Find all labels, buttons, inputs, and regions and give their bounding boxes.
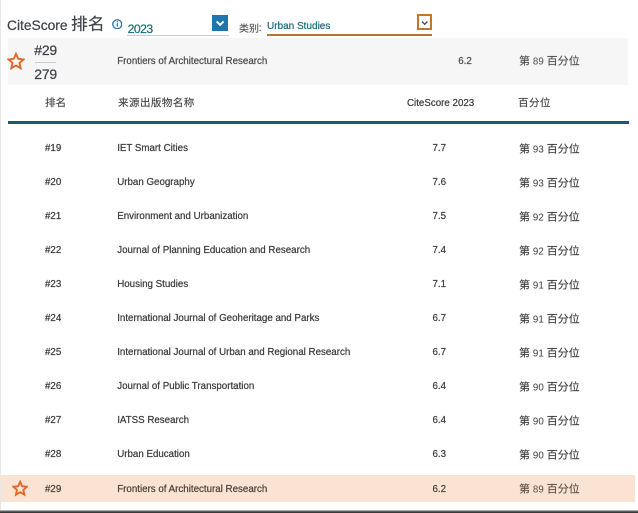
svg-text:90: 90 bbox=[533, 382, 544, 393]
svg-text:92: 92 bbox=[533, 212, 544, 223]
svg-text:93: 93 bbox=[533, 144, 544, 155]
svg-text:90: 90 bbox=[533, 416, 544, 427]
svg-text:93: 93 bbox=[533, 178, 544, 189]
svg-text:91: 91 bbox=[533, 280, 544, 291]
svg-text:90: 90 bbox=[533, 450, 544, 461]
svg-text:89: 89 bbox=[533, 485, 544, 496]
svg-text:91: 91 bbox=[533, 314, 544, 325]
svg-text:91: 91 bbox=[533, 348, 544, 359]
svg-text:89: 89 bbox=[533, 56, 544, 67]
svg-text:92: 92 bbox=[533, 246, 544, 257]
